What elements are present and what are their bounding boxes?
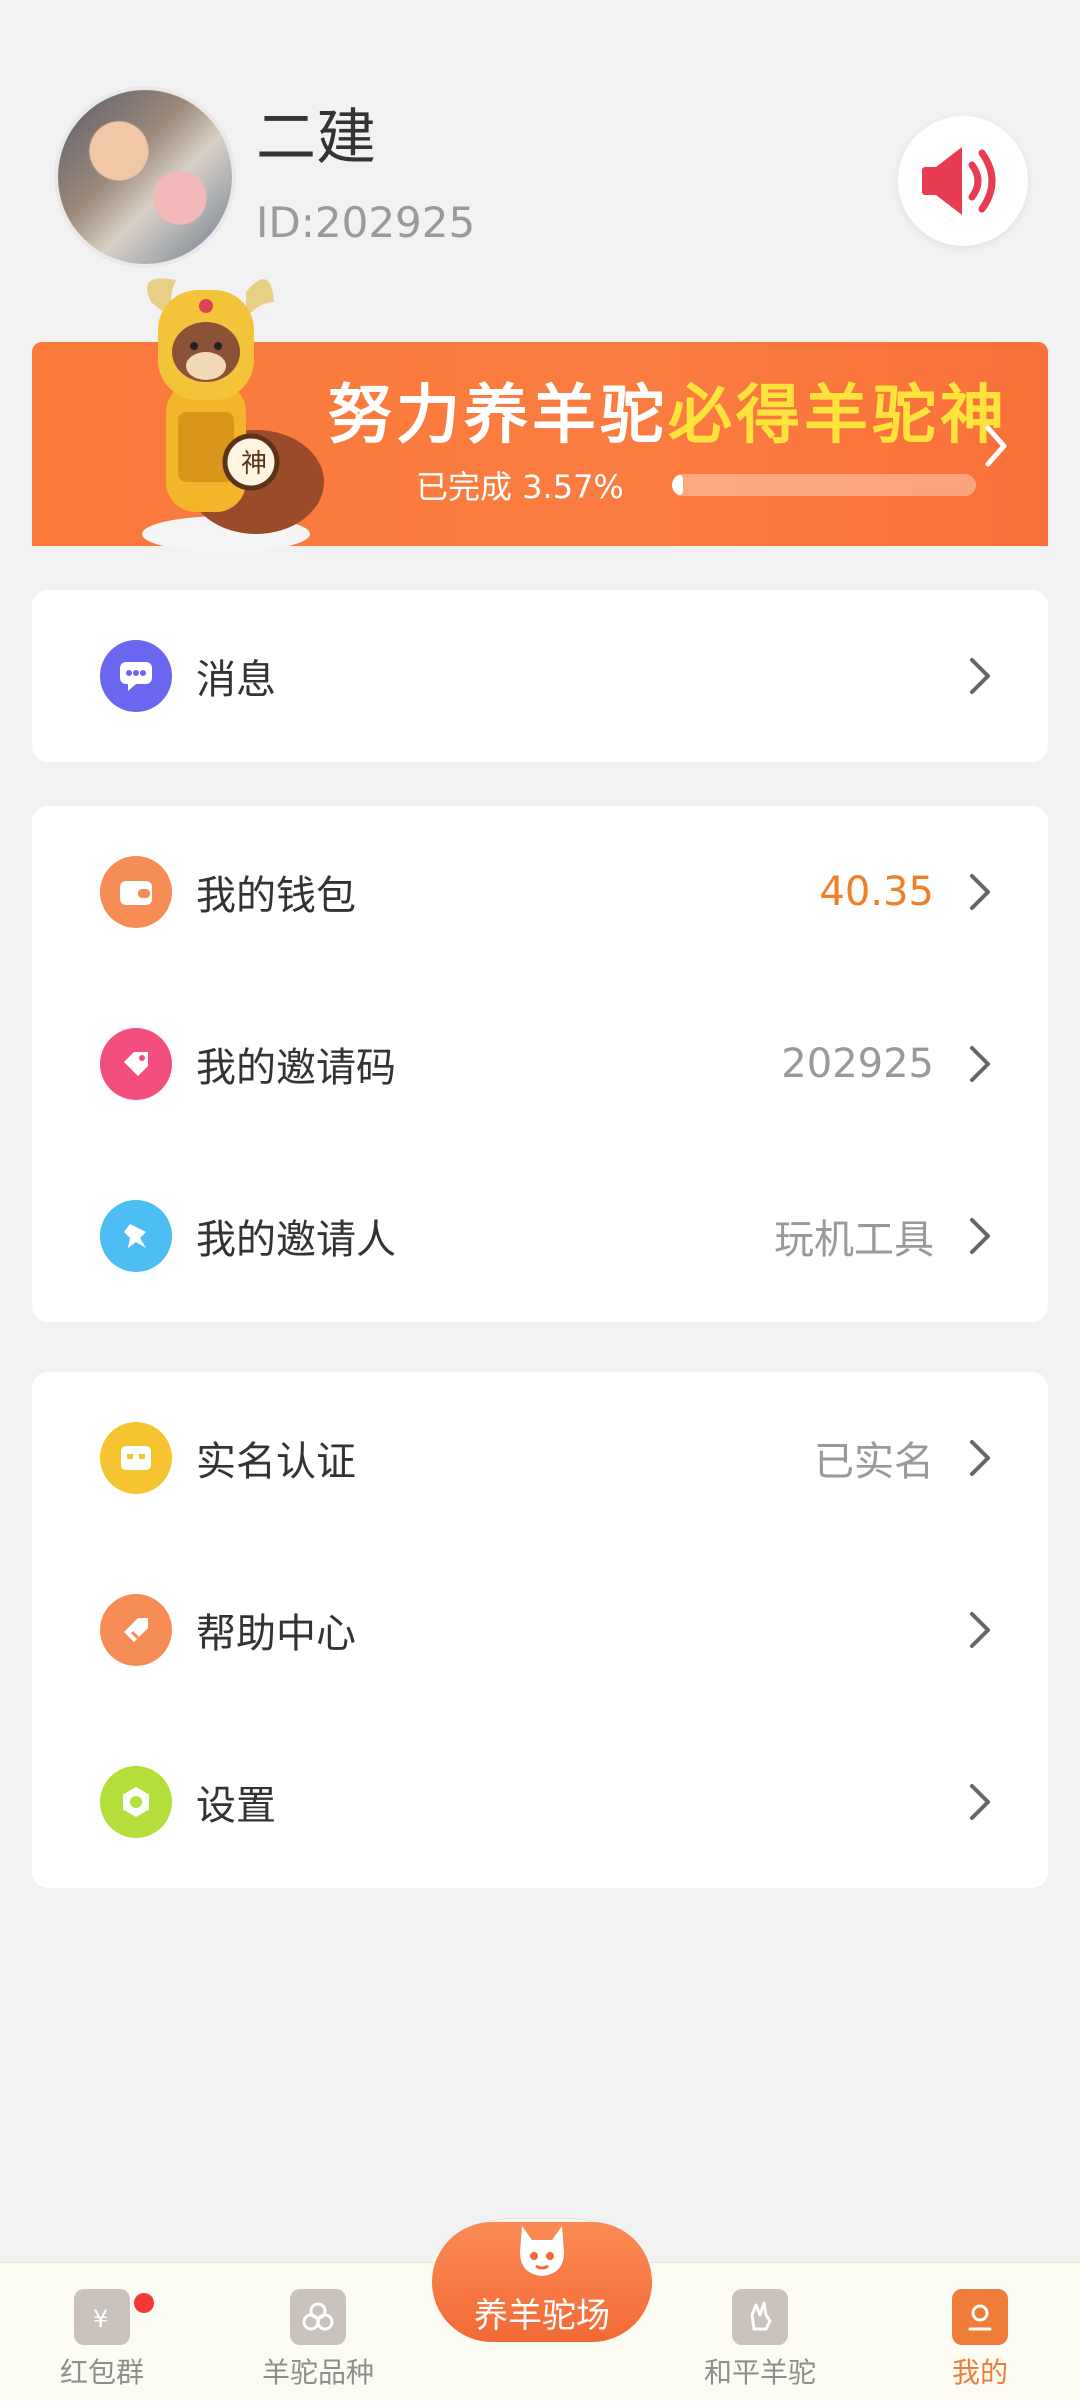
settings-row[interactable]: 设置 bbox=[32, 1716, 1048, 1888]
breeds-icon bbox=[290, 2289, 346, 2345]
tab-red-packet-group[interactable]: ¥ 红包群 bbox=[22, 2289, 182, 2391]
tab-peace-alpaca[interactable]: 和平羊驼 bbox=[680, 2289, 840, 2391]
tab-label: 红包群 bbox=[59, 2356, 144, 2389]
wallet-row[interactable]: 我的钱包 40.35 bbox=[32, 806, 1048, 978]
red-packet-icon: ¥ bbox=[74, 2289, 130, 2345]
inviter-row[interactable]: 我的邀请人 玩机工具 bbox=[32, 1150, 1048, 1322]
invite-code-label: 我的邀请码 bbox=[196, 1045, 396, 1091]
settings-card: 实名认证 已实名 帮助中心 设置 bbox=[32, 1372, 1048, 1888]
tab-label: 养羊驼场 bbox=[474, 2296, 610, 2336]
help-center-row[interactable]: 帮助中心 bbox=[32, 1544, 1048, 1716]
chevron-right-icon bbox=[970, 1612, 990, 1648]
help-center-label: 帮助中心 bbox=[196, 1611, 356, 1657]
tab-mine[interactable]: 我的 bbox=[900, 2289, 1060, 2391]
peace-hand-icon bbox=[732, 2289, 788, 2345]
sound-toggle-button[interactable] bbox=[898, 116, 1028, 246]
help-icon bbox=[100, 1594, 172, 1666]
alpaca-farm-icon bbox=[520, 2226, 564, 2276]
banner-title-part2: 必得羊驼神 bbox=[668, 379, 1008, 453]
wallet-label: 我的钱包 bbox=[196, 873, 356, 919]
user-id: ID:202925 bbox=[256, 198, 476, 247]
profile-icon bbox=[952, 2289, 1008, 2345]
inviter-label: 我的邀请人 bbox=[196, 1217, 396, 1263]
progress-text: 已完成 3.57% bbox=[416, 468, 624, 506]
banner-title: 努力养羊驼必得羊驼神 bbox=[328, 364, 1008, 456]
settings-label: 设置 bbox=[196, 1783, 276, 1829]
banner-title-part1: 努力养羊驼 bbox=[328, 379, 668, 453]
message-icon bbox=[100, 640, 172, 712]
tag-icon bbox=[100, 1028, 172, 1100]
invite-code-value: 202925 bbox=[781, 1041, 934, 1087]
chevron-right-icon bbox=[970, 1046, 990, 1082]
chevron-right-icon bbox=[970, 1784, 990, 1820]
wallet-icon bbox=[100, 856, 172, 928]
real-name-row[interactable]: 实名认证 已实名 bbox=[32, 1372, 1048, 1544]
id-card-icon bbox=[100, 1422, 172, 1494]
chevron-right-icon bbox=[970, 1440, 990, 1476]
username: 二建 bbox=[256, 103, 376, 173]
real-name-status: 已实名 bbox=[814, 1439, 934, 1485]
chevron-right-icon bbox=[985, 425, 1007, 467]
wallet-balance: 40.35 bbox=[819, 869, 934, 915]
alpaca-god-mascot: 神 bbox=[142, 278, 324, 552]
tab-label: 我的 bbox=[951, 2356, 1008, 2389]
inviter-value: 玩机工具 bbox=[774, 1217, 934, 1263]
progress-bar-fill bbox=[672, 474, 683, 496]
tab-alpaca-farm[interactable]: 养羊驼场 bbox=[432, 2222, 652, 2342]
chevron-right-icon bbox=[970, 874, 990, 910]
notification-dot bbox=[134, 2293, 154, 2313]
settings-icon bbox=[100, 1766, 172, 1838]
chevron-right-icon bbox=[970, 1218, 990, 1254]
svg-text:神: 神 bbox=[241, 449, 267, 479]
svg-text:¥: ¥ bbox=[93, 2305, 108, 2333]
messages-label: 消息 bbox=[196, 657, 276, 703]
speaker-icon bbox=[922, 147, 996, 215]
tab-label: 羊驼品种 bbox=[261, 2356, 374, 2389]
invite-code-row[interactable]: 我的邀请码 202925 bbox=[32, 978, 1048, 1150]
tab-label: 和平羊驼 bbox=[703, 2356, 816, 2389]
avatar[interactable] bbox=[58, 90, 232, 264]
messages-row[interactable]: 消息 bbox=[32, 590, 1048, 762]
chevron-right-icon bbox=[970, 658, 990, 694]
pin-icon bbox=[100, 1200, 172, 1272]
progress-bar bbox=[672, 474, 976, 496]
messages-card: 消息 bbox=[32, 590, 1048, 762]
tab-alpaca-breeds[interactable]: 羊驼品种 bbox=[238, 2289, 398, 2391]
account-card: 我的钱包 40.35 我的邀请码 202925 我的邀请人 玩机工具 bbox=[32, 806, 1048, 1322]
real-name-label: 实名认证 bbox=[196, 1439, 356, 1485]
